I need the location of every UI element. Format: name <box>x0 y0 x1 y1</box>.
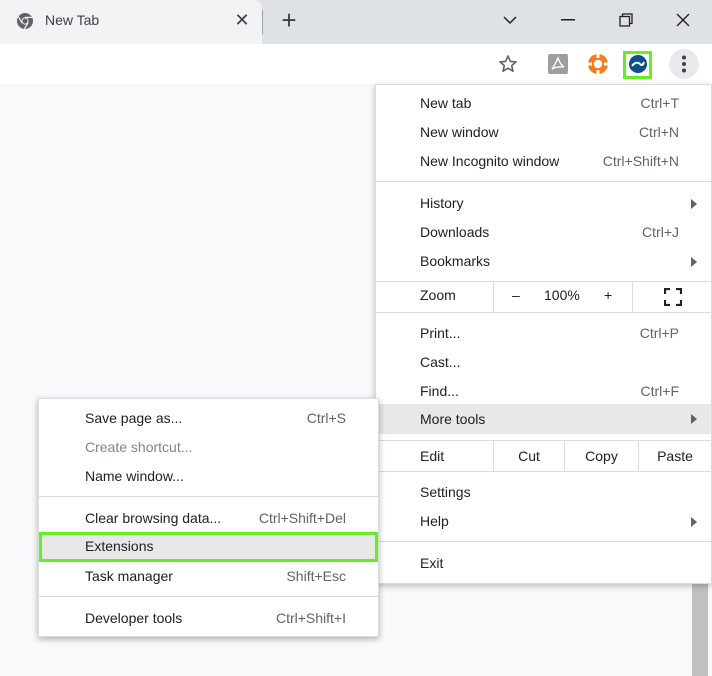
submenu-item-save-page[interactable]: Save page as... Ctrl+S <box>39 404 378 433</box>
menu-separator <box>39 596 378 597</box>
menu-item-label: Bookmarks <box>420 253 491 269</box>
copy-button[interactable]: Copy <box>564 441 638 471</box>
zoom-in-button[interactable]: + <box>604 287 612 303</box>
menu-item-label: Downloads <box>420 224 490 240</box>
minimize-icon[interactable] <box>539 0 597 40</box>
restore-icon[interactable] <box>597 0 655 40</box>
menu-item-exit[interactable]: Exit <box>376 549 711 578</box>
cut-button[interactable]: Cut <box>493 441 564 471</box>
tab-close-icon[interactable]: ✕ <box>231 9 253 31</box>
menu-item-print[interactable]: Print... Ctrl+P <box>376 319 711 348</box>
submenu-arrow-icon <box>691 257 697 267</box>
menu-item-new-tab[interactable]: New tab Ctrl+T <box>376 89 711 118</box>
paste-button[interactable]: Paste <box>638 441 711 471</box>
lifebuoy-extension-icon[interactable] <box>586 52 610 76</box>
submenu-arrow-icon <box>691 414 697 424</box>
menu-item-label: Create shortcut... <box>85 439 193 455</box>
dropdown-chevron-icon[interactable] <box>481 0 539 40</box>
submenu-arrow-icon <box>691 199 697 209</box>
menu-item-label: Cast... <box>420 354 461 370</box>
menu-item-shortcut: Ctrl+P <box>639 325 679 341</box>
menu-item-label: Settings <box>420 484 471 500</box>
zoom-row: Zoom – 100% + <box>376 281 711 312</box>
menu-item-shortcut: Ctrl+F <box>640 383 680 399</box>
scrollbar[interactable] <box>692 584 708 676</box>
menu-item-label: Extensions <box>85 538 154 554</box>
zoom-label: Zoom <box>420 287 456 303</box>
menu-item-shortcut: Ctrl+T <box>640 95 680 111</box>
menu-item-shortcut: Ctrl+S <box>306 410 346 426</box>
submenu-item-extensions[interactable]: Extensions <box>39 532 378 562</box>
submenu-arrow-icon <box>691 517 697 527</box>
menu-item-label: Exit <box>420 555 444 571</box>
menu-item-new-window[interactable]: New window Ctrl+N <box>376 118 711 147</box>
menu-item-bookmarks[interactable]: Bookmarks <box>376 247 711 276</box>
menu-item-history[interactable]: History <box>376 189 711 218</box>
menu-separator <box>376 471 711 472</box>
tab-title: New Tab <box>45 12 100 28</box>
menu-item-label: New window <box>420 124 499 140</box>
edit-row: Edit Cut Copy Paste <box>376 441 711 471</box>
menu-item-find[interactable]: Find... Ctrl+F <box>376 377 711 406</box>
menu-item-more-tools[interactable]: More tools <box>376 404 711 434</box>
menu-item-settings[interactable]: Settings <box>376 478 711 507</box>
menu-separator <box>39 496 378 497</box>
menu-item-label: New Incognito window <box>420 153 560 169</box>
menu-item-label: Save page as... <box>85 410 183 426</box>
extension-highlight-box <box>623 51 652 79</box>
menu-separator <box>376 541 711 542</box>
zoom-controls: – 100% + <box>493 281 632 312</box>
submenu-item-clear-browsing-data[interactable]: Clear browsing data... Ctrl+Shift+Del <box>39 504 378 533</box>
browser-tab[interactable]: New Tab ✕ <box>0 0 262 44</box>
submenu-item-task-manager[interactable]: Task manager Shift+Esc <box>39 562 378 591</box>
menu-item-shortcut: Ctrl+N <box>638 124 679 140</box>
zoom-out-button[interactable]: – <box>512 287 520 303</box>
menu-item-label: More tools <box>420 411 486 427</box>
menu-item-label: Name window... <box>85 468 184 484</box>
menu-item-label: Print... <box>420 325 461 341</box>
chrome-icon <box>16 12 34 30</box>
adobe-acrobat-icon[interactable] <box>546 52 570 76</box>
submenu-item-name-window[interactable]: Name window... <box>39 462 378 491</box>
tab-strip: New Tab ✕ + <box>0 0 712 44</box>
fullscreen-icon <box>663 287 683 309</box>
zoom-level: 100% <box>544 287 580 303</box>
menu-item-label: History <box>420 195 464 211</box>
menu-item-label: Task manager <box>85 568 173 584</box>
chrome-main-menu: New tab Ctrl+T New window Ctrl+N New Inc… <box>375 84 712 584</box>
menu-item-label: Developer tools <box>85 610 183 626</box>
menu-item-label: Help <box>420 513 449 529</box>
menu-item-shortcut: Ctrl+Shift+N <box>602 153 679 169</box>
submenu-item-developer-tools[interactable]: Developer tools Ctrl+Shift+I <box>39 604 378 633</box>
menu-item-label: New tab <box>420 95 472 111</box>
new-tab-button[interactable]: + <box>276 7 302 34</box>
menu-item-label: Find... <box>420 383 459 399</box>
menu-item-shortcut: Ctrl+Shift+Del <box>258 510 346 526</box>
menu-separator <box>376 181 711 182</box>
submenu-item-create-shortcut: Create shortcut... <box>39 433 378 462</box>
menu-item-label: Clear browsing data... <box>85 510 222 526</box>
window-close-icon[interactable] <box>654 0 712 40</box>
menu-item-new-incognito[interactable]: New Incognito window Ctrl+Shift+N <box>376 147 711 176</box>
toolbar <box>0 44 712 84</box>
menu-item-shortcut: Ctrl+J <box>642 224 679 240</box>
menu-item-downloads[interactable]: Downloads Ctrl+J <box>376 218 711 247</box>
more-menu-icon[interactable] <box>669 49 699 79</box>
more-tools-submenu: Save page as... Ctrl+S Create shortcut..… <box>38 398 379 637</box>
edit-label: Edit <box>420 448 445 464</box>
tab-separator <box>262 10 263 34</box>
menu-item-shortcut: Ctrl+Shift+I <box>275 610 346 626</box>
menu-item-cast[interactable]: Cast... <box>376 348 711 377</box>
menu-item-help[interactable]: Help <box>376 507 711 536</box>
menu-item-shortcut: Shift+Esc <box>286 568 346 584</box>
fullscreen-button[interactable] <box>632 281 711 312</box>
menu-separator <box>376 312 711 313</box>
star-icon[interactable] <box>496 52 520 76</box>
